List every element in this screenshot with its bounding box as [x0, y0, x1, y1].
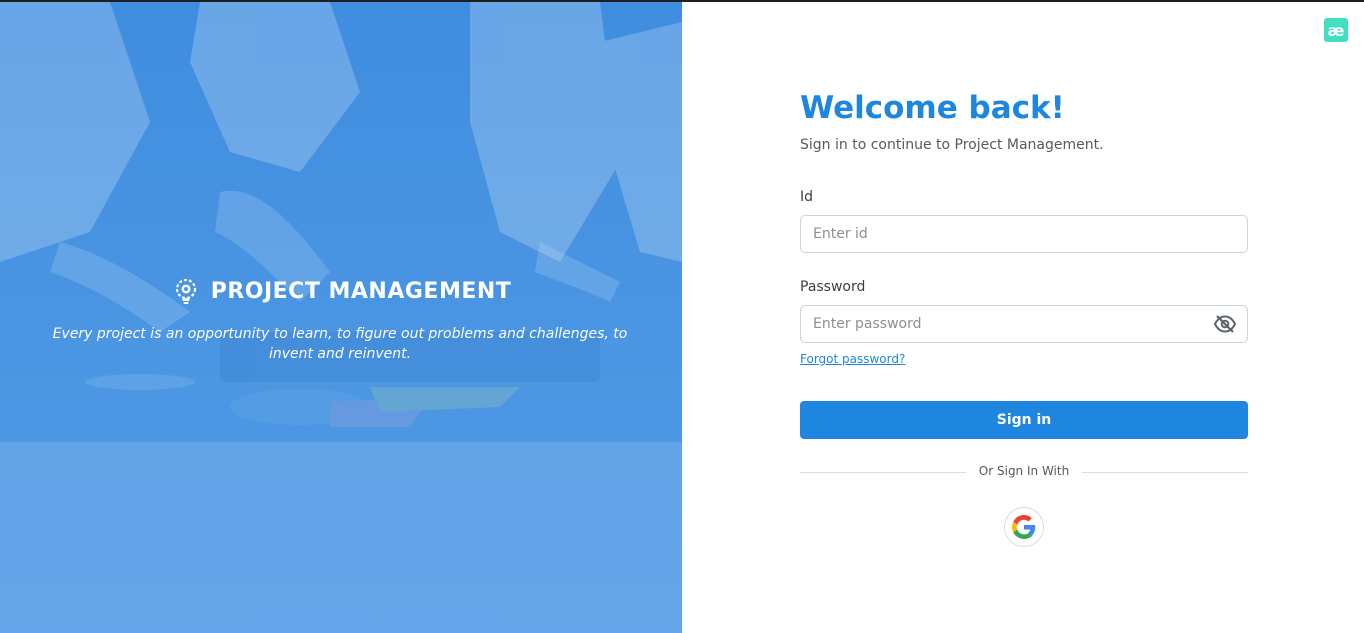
- bulb-gear-icon: [175, 278, 196, 304]
- id-input[interactable]: [800, 215, 1248, 253]
- hero-panel: PROJECT MANAGEMENT Every project is an o…: [0, 2, 682, 633]
- signin-panel: æ Welcome back! Sign in to continue to P…: [682, 2, 1364, 633]
- login-page: PROJECT MANAGEMENT Every project is an o…: [0, 2, 1364, 633]
- signin-button[interactable]: Sign in: [800, 401, 1248, 439]
- google-icon: [1012, 515, 1036, 539]
- hero-background-image: [0, 2, 682, 633]
- page-title: Welcome back!: [800, 90, 1065, 126]
- password-input[interactable]: [800, 305, 1248, 343]
- forgot-password-link[interactable]: Forgot password?: [800, 352, 905, 366]
- id-label: Id: [800, 189, 814, 205]
- divider-text: Or Sign In With: [966, 464, 1082, 478]
- eye-off-icon[interactable]: [1214, 315, 1236, 333]
- hero-brand-title: PROJECT MANAGEMENT: [210, 278, 512, 304]
- page-subtitle: Sign in to continue to Project Managemen…: [800, 137, 1104, 153]
- hero-brand: PROJECT MANAGEMENT: [0, 276, 682, 306]
- password-label: Password: [800, 279, 866, 295]
- hero-tagline: Every project is an opportunity to learn…: [52, 326, 628, 362]
- google-signin-button[interactable]: [1004, 507, 1044, 547]
- app-logo-icon[interactable]: æ: [1324, 18, 1348, 42]
